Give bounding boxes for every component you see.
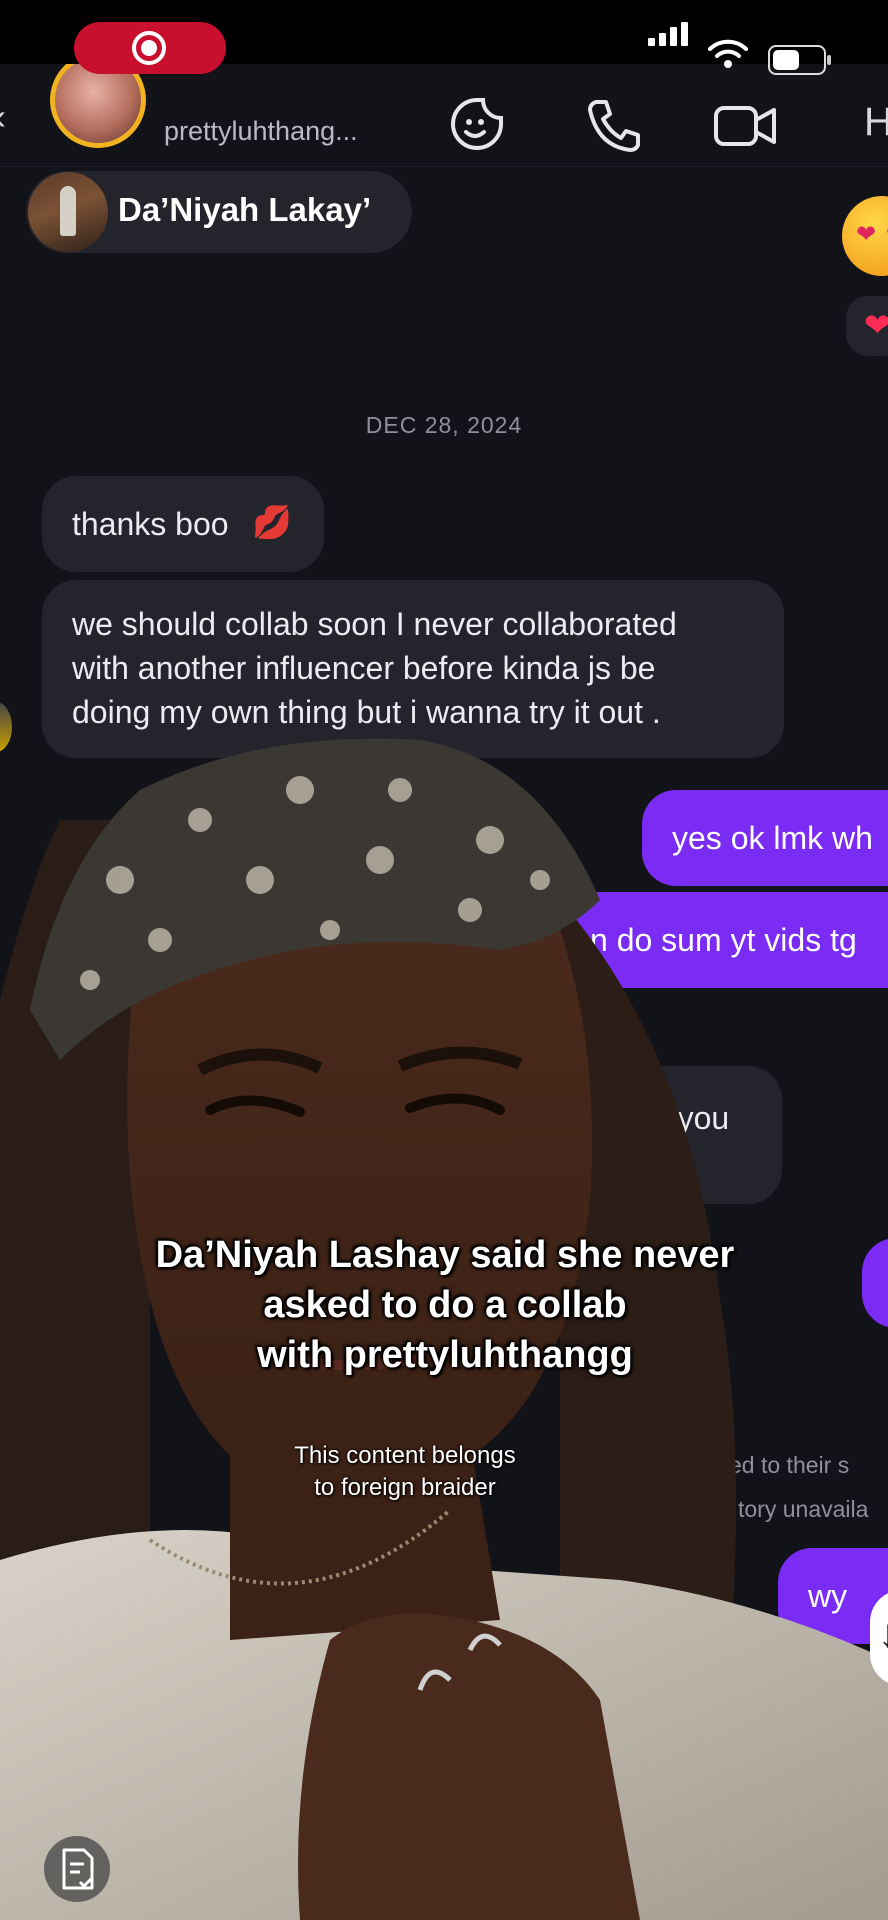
sticker-icon[interactable] — [446, 94, 508, 154]
header-username[interactable]: prettyluhthang... — [164, 116, 358, 147]
message-line: with another influencer before kinda js … — [72, 650, 656, 686]
heart-icon: ❤ — [864, 307, 888, 343]
chip-name: Da’Niyah Lakay’ — [118, 191, 372, 228]
credit-line: This content belongs — [294, 1442, 516, 1469]
heart-reaction[interactable]: ❤ — [846, 296, 888, 356]
message-bubble-outgoing[interactable]: n do sum yt vids tg — [560, 892, 888, 988]
message-bubble-outgoing[interactable]: yes ok lmk wh — [642, 790, 888, 886]
wifi-icon — [708, 39, 748, 68]
heart-eyes-emoji-icon: ❤❤ — [842, 196, 888, 276]
screen: ‹ prettyluhthang... H Da’Niyah Lakay’ ❤❤… — [0, 0, 888, 1920]
notes-button[interactable] — [44, 1836, 110, 1902]
profile-chip[interactable]: Da’Niyah Lakay’ — [26, 171, 412, 253]
message-text: yes ok lmk wh — [672, 820, 873, 856]
message-text: wy — [808, 1578, 848, 1614]
record-dot-icon — [141, 40, 157, 56]
message-bubble-outgoing[interactable] — [862, 1238, 888, 1328]
caption-line: asked to do a collab — [263, 1284, 627, 1326]
caption-line: with prettyluhthangg — [257, 1334, 633, 1376]
message-bubble[interactable]: y so you — [460, 1066, 782, 1204]
phone-icon[interactable] — [582, 94, 644, 154]
video-icon[interactable] — [712, 94, 782, 154]
message-text: y so you — [610, 1100, 730, 1136]
arrow-down-icon: ↓ — [878, 1612, 888, 1656]
credit-line: to foreign braider — [314, 1474, 496, 1501]
system-note: plied to their s — [706, 1452, 850, 1478]
credit-text: This content belongs to foreign braider — [250, 1440, 560, 1504]
header-truncated-glyph: H — [864, 100, 888, 144]
message-text: thanks boo — [72, 506, 229, 542]
system-note: tory unavaila — [738, 1496, 869, 1522]
document-check-icon — [62, 1848, 94, 1890]
battery-icon — [768, 45, 831, 75]
chip-avatar — [28, 172, 108, 252]
screen-record-indicator[interactable] — [74, 22, 226, 74]
message-text: n do sum yt vids tg — [590, 922, 857, 958]
date-label: DEC 28, 2024 — [365, 412, 523, 438]
message-line: doing my own thing but i wanna try it ou… — [72, 694, 661, 730]
message-line: we should collab soon I never collaborat… — [72, 606, 677, 642]
kiss-lips-icon: 💋 — [252, 504, 292, 540]
message-bubble[interactable]: we should collab soon I never collaborat… — [42, 580, 784, 758]
back-arrow-icon[interactable]: ‹ — [0, 96, 6, 138]
caption-line: Da’Niyah Lashay said she never — [155, 1234, 735, 1276]
video-caption: Da’Niyah Lashay said she never asked to … — [120, 1230, 770, 1380]
message-bubble[interactable]: thanks boo 💋 — [42, 476, 324, 572]
read-receipt-avatar — [0, 702, 12, 752]
status-bar — [0, 0, 888, 75]
